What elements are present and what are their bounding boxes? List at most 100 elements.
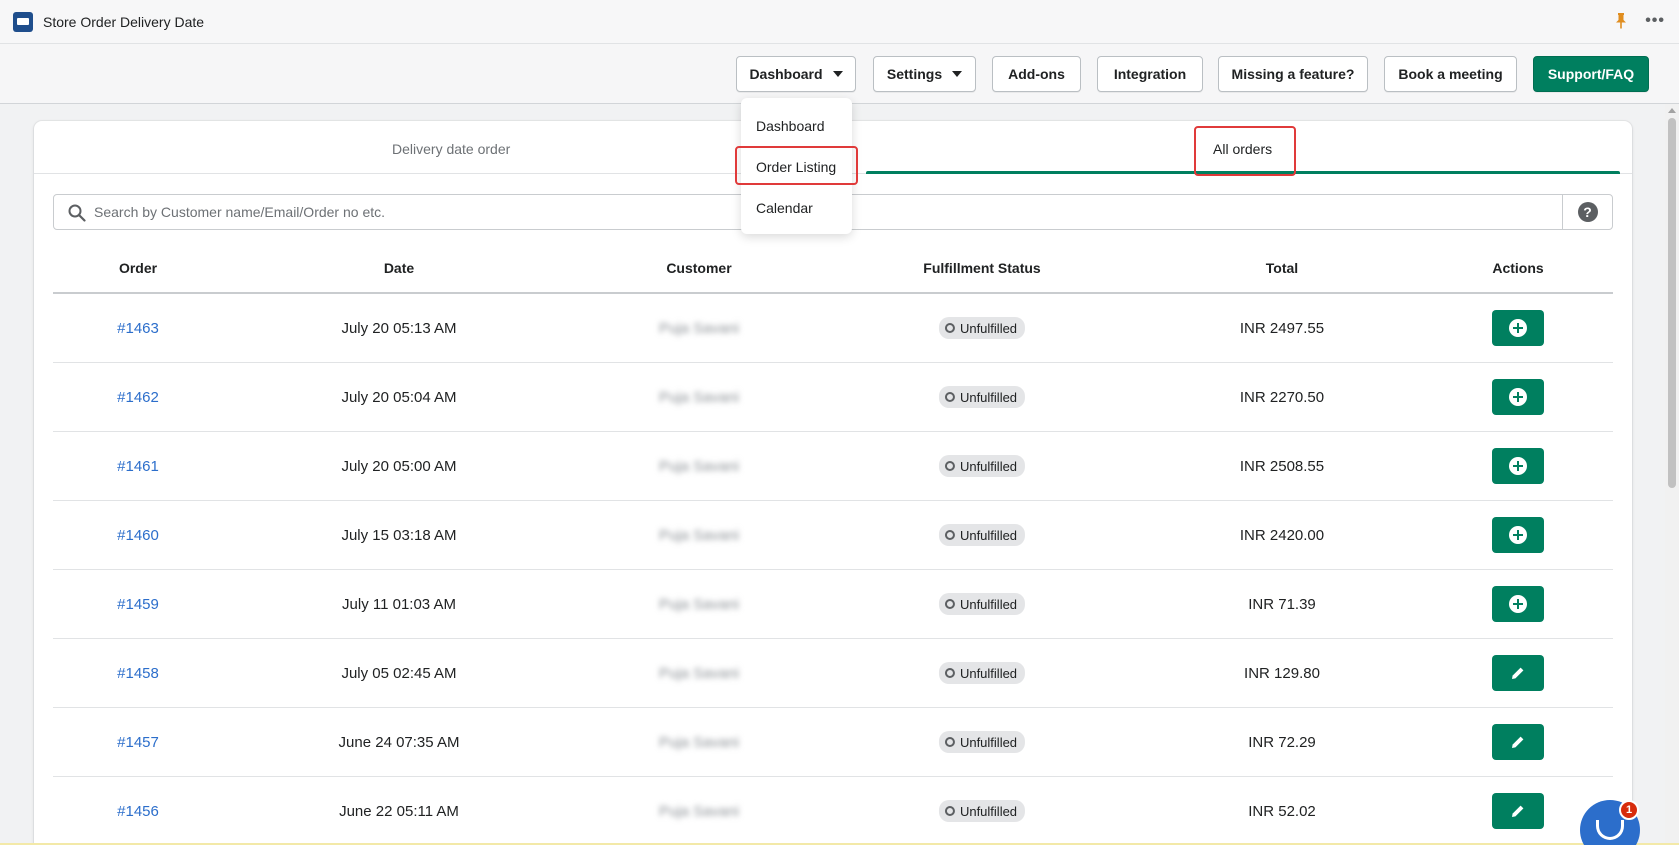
help-button[interactable]: ?: [1562, 195, 1612, 229]
support-faq-button[interactable]: Support/FAQ: [1533, 56, 1649, 92]
fulfillment-status-badge: Unfulfilled: [938, 662, 1026, 684]
chat-smile-icon: [1596, 820, 1624, 840]
fulfillment-status-badge: Unfulfilled: [938, 455, 1026, 477]
settings-menu-button[interactable]: Settings: [873, 56, 976, 92]
orders-table: Order Date Customer Fulfillment Status T…: [53, 244, 1613, 845]
status-label: Unfulfilled: [959, 734, 1018, 750]
column-header-total[interactable]: Total: [1266, 260, 1298, 276]
status-circle-icon: [944, 392, 955, 402]
table-row: #1462 July 20 05:04 AM Puja Savani Unful…: [53, 363, 1613, 432]
add-delivery-date-button[interactable]: [1492, 517, 1544, 553]
order-number-link[interactable]: #1463: [117, 320, 159, 337]
table-row: #1460 July 15 03:18 AM Puja Savani Unful…: [53, 501, 1613, 570]
page-scrollbar[interactable]: [1665, 104, 1679, 845]
status-label: Unfulfilled: [959, 596, 1018, 612]
scroll-up-arrow-icon[interactable]: [1668, 108, 1676, 113]
order-number-link[interactable]: #1456: [117, 803, 159, 820]
app-title: Store Order Delivery Date: [43, 13, 205, 30]
active-tab-indicator: [866, 171, 1620, 174]
table-row: #1459 July 11 01:03 AM Puja Savani Unful…: [53, 570, 1613, 639]
pencil-icon: [1512, 736, 1524, 748]
add-delivery-date-button[interactable]: [1492, 310, 1544, 346]
customer-name: Puja Savani: [658, 389, 740, 406]
fulfillment-status-badge: Unfulfilled: [938, 593, 1026, 615]
status-circle-icon: [944, 530, 955, 540]
status-label: Unfulfilled: [959, 458, 1018, 474]
status-label: Unfulfilled: [959, 389, 1018, 405]
dashboard-menu-button[interactable]: Dashboard: [736, 56, 856, 92]
add-delivery-date-button[interactable]: [1492, 448, 1544, 484]
caret-down-icon: [952, 71, 963, 77]
integration-button[interactable]: Integration: [1097, 56, 1203, 92]
column-header-customer[interactable]: Customer: [666, 260, 731, 276]
status-circle-icon: [944, 737, 955, 747]
menu-item-order-listing[interactable]: Order Listing: [756, 159, 836, 175]
order-date: July 11 01:03 AM: [342, 596, 456, 613]
addons-button[interactable]: Add-ons: [992, 56, 1081, 92]
order-date: July 20 05:13 AM: [341, 320, 457, 337]
add-delivery-date-button[interactable]: [1492, 379, 1544, 415]
table-row: #1456 June 22 05:11 AM Puja Savani Unful…: [53, 777, 1613, 845]
chat-notification-badge: 1: [1619, 800, 1639, 820]
app-titlebar: Store Order Delivery Date •••: [0, 0, 1679, 44]
customer-name: Puja Savani: [658, 803, 740, 820]
table-row: #1458 July 05 02:45 AM Puja Savani Unful…: [53, 639, 1613, 708]
edit-delivery-date-button[interactable]: [1492, 793, 1544, 829]
column-header-actions: Actions: [1492, 260, 1544, 276]
status-circle-icon: [944, 668, 955, 678]
status-label: Unfulfilled: [959, 527, 1018, 543]
fulfillment-status-badge: Unfulfilled: [938, 317, 1026, 339]
dashboard-menu-label: Dashboard: [749, 66, 823, 82]
settings-menu-label: Settings: [886, 66, 943, 82]
search-icon: [68, 204, 86, 222]
menu-item-calendar[interactable]: Calendar: [756, 200, 813, 216]
status-circle-icon: [944, 461, 955, 471]
book-meeting-button[interactable]: Book a meeting: [1384, 56, 1517, 92]
caret-down-icon: [832, 71, 843, 77]
order-number-link[interactable]: #1458: [117, 665, 159, 682]
edit-delivery-date-button[interactable]: [1492, 724, 1544, 760]
plus-circle-icon: [1509, 457, 1527, 475]
customer-name: Puja Savani: [658, 527, 740, 544]
missing-feature-button[interactable]: Missing a feature?: [1218, 56, 1368, 92]
order-total: INR 2270.50: [1239, 389, 1325, 406]
pencil-icon: [1512, 805, 1524, 817]
table-header: Order Date Customer Fulfillment Status T…: [53, 244, 1613, 294]
dashboard-dropdown-menu: Dashboard Order Listing Calendar: [741, 98, 852, 234]
order-number-link[interactable]: #1462: [117, 389, 159, 406]
edit-delivery-date-button[interactable]: [1492, 655, 1544, 691]
status-circle-icon: [944, 323, 955, 333]
pencil-icon: [1512, 667, 1524, 679]
status-label: Unfulfilled: [959, 320, 1018, 336]
column-header-fulfillment-status[interactable]: Fulfillment Status: [923, 260, 1040, 276]
tab-all-orders[interactable]: All orders: [1213, 141, 1272, 157]
order-total: INR 2497.55: [1239, 320, 1325, 337]
order-date: July 20 05:04 AM: [341, 389, 457, 406]
tab-delivery-date-order[interactable]: Delivery date order: [392, 141, 510, 157]
status-label: Unfulfilled: [959, 665, 1018, 681]
scrollbar-thumb[interactable]: [1668, 118, 1676, 488]
order-total: INR 2420.00: [1239, 527, 1325, 544]
pin-icon[interactable]: [1615, 13, 1627, 29]
column-header-order[interactable]: Order: [119, 260, 157, 276]
order-number-link[interactable]: #1459: [117, 596, 159, 613]
order-number-link[interactable]: #1457: [117, 734, 159, 751]
column-header-date[interactable]: Date: [384, 260, 414, 276]
status-circle-icon: [944, 806, 955, 816]
fulfillment-status-badge: Unfulfilled: [938, 731, 1026, 753]
order-number-link[interactable]: #1460: [117, 527, 159, 544]
plus-circle-icon: [1509, 319, 1527, 337]
add-delivery-date-button[interactable]: [1492, 586, 1544, 622]
more-options-icon[interactable]: •••: [1645, 13, 1665, 29]
order-number-link[interactable]: #1461: [117, 458, 159, 475]
order-date: June 24 07:35 AM: [338, 734, 460, 751]
order-total: INR 72.29: [1248, 734, 1316, 751]
order-date: July 20 05:00 AM: [341, 458, 457, 475]
plus-circle-icon: [1509, 388, 1527, 406]
menu-item-dashboard[interactable]: Dashboard: [756, 118, 825, 134]
question-mark-icon: ?: [1577, 202, 1598, 222]
table-row: #1457 June 24 07:35 AM Puja Savani Unful…: [53, 708, 1613, 777]
app-logo-icon: [13, 11, 33, 32]
order-total: INR 52.02: [1248, 803, 1316, 820]
order-date: July 15 03:18 AM: [341, 527, 457, 544]
